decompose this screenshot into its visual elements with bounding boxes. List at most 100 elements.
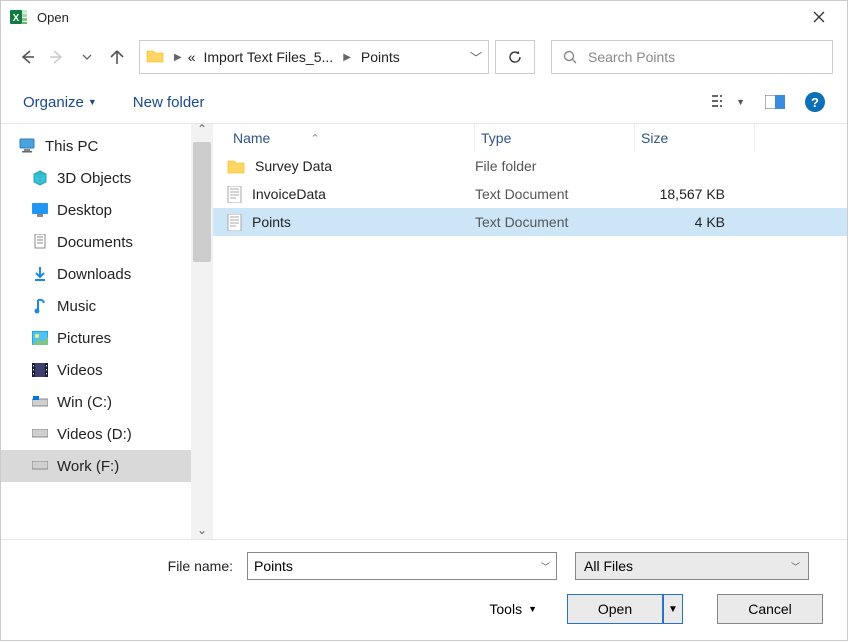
text-file-icon: [227, 214, 242, 231]
scroll-up-icon[interactable]: ⌃: [191, 122, 213, 136]
tree-videos[interactable]: Videos: [1, 354, 191, 386]
chevron-down-icon: ▼: [736, 97, 745, 107]
new-folder-button[interactable]: New folder: [133, 94, 205, 111]
organize-label: Organize: [23, 94, 84, 111]
tree-label: Videos (D:): [57, 426, 132, 443]
pictures-icon: [31, 329, 49, 347]
chevron-down-icon: ▼: [88, 97, 97, 107]
tools-label: Tools: [489, 601, 522, 617]
sort-arrow-icon: ⌃: [310, 132, 319, 145]
open-dropdown-button[interactable]: ▼: [663, 594, 683, 624]
file-name: InvoiceData: [252, 186, 326, 202]
file-row-selected[interactable]: Points Text Document 4 KB: [213, 208, 847, 236]
svg-text:X: X: [13, 13, 20, 24]
tree-music[interactable]: Music: [1, 290, 191, 322]
footer: File name: ﹀ All Files ﹀ Tools ▼ Open ▼ …: [1, 540, 847, 640]
toolbar: Organize ▼ New folder ▼ ?: [1, 81, 847, 123]
tree-videos-d[interactable]: Videos (D:): [1, 418, 191, 450]
tree-win-c[interactable]: Win (C:): [1, 386, 191, 418]
body: This PC 3D Objects Desktop Documents Dow…: [1, 123, 847, 540]
file-type: File folder: [475, 158, 635, 174]
file-type: Text Document: [475, 214, 635, 230]
new-folder-label: New folder: [133, 94, 205, 111]
drive-icon: [31, 425, 49, 443]
desktop-icon: [31, 201, 49, 219]
breadcrumb-current[interactable]: Points: [357, 47, 404, 67]
tree-label: Desktop: [57, 202, 112, 219]
forward-button[interactable]: [45, 43, 69, 71]
refresh-button[interactable]: [495, 40, 535, 74]
tree-label: Music: [57, 298, 96, 315]
tree-label: Videos: [57, 362, 103, 379]
open-button[interactable]: Open: [567, 594, 663, 624]
tree-desktop[interactable]: Desktop: [1, 194, 191, 226]
file-size: 18,567 KB: [635, 186, 755, 202]
tree-this-pc[interactable]: This PC: [1, 130, 191, 162]
tree-label: Work (F:): [57, 458, 119, 475]
tree-label: Pictures: [57, 330, 111, 347]
search-box[interactable]: [551, 40, 833, 74]
chevron-down-icon[interactable]: ﹀: [541, 560, 550, 573]
search-icon: [562, 49, 578, 65]
chevron-down-icon: ﹀: [791, 560, 800, 573]
chevron-down-icon: ▼: [528, 604, 537, 614]
col-name-header[interactable]: Name⌃: [227, 124, 475, 152]
folder-icon: [227, 159, 245, 174]
tree-downloads[interactable]: Downloads: [1, 258, 191, 290]
help-button[interactable]: ?: [805, 92, 825, 112]
tree-work-f[interactable]: Work (F:): [1, 450, 191, 482]
column-headers: Name⌃ Type Size: [213, 124, 847, 152]
tree-pictures[interactable]: Pictures: [1, 322, 191, 354]
file-type-filter[interactable]: All Files ﹀: [575, 552, 809, 580]
drive-icon: [31, 457, 49, 475]
pc-icon: [19, 137, 37, 155]
open-dialog: X Open ▶ « Import Text Files_5... ▶: [0, 0, 848, 641]
filename-combo[interactable]: ﹀: [247, 552, 557, 580]
tools-button[interactable]: Tools ▼: [489, 601, 537, 617]
music-icon: [31, 297, 49, 315]
view-options-button[interactable]: ▼: [712, 94, 745, 110]
filter-label: All Files: [584, 558, 633, 574]
nav-tree: This PC 3D Objects Desktop Documents Dow…: [1, 124, 191, 539]
text-file-icon: [227, 186, 242, 203]
chevron-down-icon[interactable]: ﹀: [470, 49, 482, 66]
file-type: Text Document: [475, 186, 635, 202]
downloads-icon: [31, 265, 49, 283]
file-row[interactable]: InvoiceData Text Document 18,567 KB: [213, 180, 847, 208]
file-pane: Name⌃ Type Size Survey Data File folder …: [213, 124, 847, 539]
address-bar[interactable]: ▶ « Import Text Files_5... ▶ Points ﹀: [139, 40, 489, 74]
titlebar: X Open: [1, 1, 847, 33]
tree-label: Downloads: [57, 266, 131, 283]
organize-button[interactable]: Organize ▼: [23, 94, 97, 111]
breadcrumb-prefix: «: [188, 49, 196, 65]
col-type-header[interactable]: Type: [475, 124, 635, 152]
filename-input[interactable]: [254, 558, 541, 574]
tree-3d-objects[interactable]: 3D Objects: [1, 162, 191, 194]
back-button[interactable]: [15, 43, 39, 71]
preview-pane-button[interactable]: [765, 95, 785, 109]
documents-icon: [31, 233, 49, 251]
videos-icon: [31, 361, 49, 379]
drive-icon: [31, 393, 49, 411]
tree-label: Documents: [57, 234, 133, 251]
col-size-header[interactable]: Size: [635, 124, 755, 152]
folder-icon: [146, 48, 164, 66]
close-button[interactable]: [799, 2, 839, 32]
tree-documents[interactable]: Documents: [1, 226, 191, 258]
search-input[interactable]: [588, 49, 822, 65]
file-row[interactable]: Survey Data File folder: [213, 152, 847, 180]
breadcrumb-parent[interactable]: Import Text Files_5...: [200, 47, 338, 67]
cancel-button[interactable]: Cancel: [717, 594, 823, 624]
dialog-title: Open: [37, 10, 69, 25]
file-name: Survey Data: [255, 158, 332, 174]
chevron-right-icon: ▶: [341, 52, 353, 63]
up-button[interactable]: [105, 43, 129, 71]
scroll-thumb[interactable]: [193, 142, 211, 262]
scroll-down-icon[interactable]: ⌄: [191, 523, 213, 537]
filename-label: File name:: [21, 558, 239, 574]
recent-dropdown[interactable]: [75, 43, 99, 71]
navbar: ▶ « Import Text Files_5... ▶ Points ﹀: [1, 33, 847, 81]
file-name: Points: [252, 214, 291, 230]
file-size: 4 KB: [635, 214, 755, 230]
tree-scrollbar[interactable]: ⌃ ⌄: [191, 124, 213, 539]
